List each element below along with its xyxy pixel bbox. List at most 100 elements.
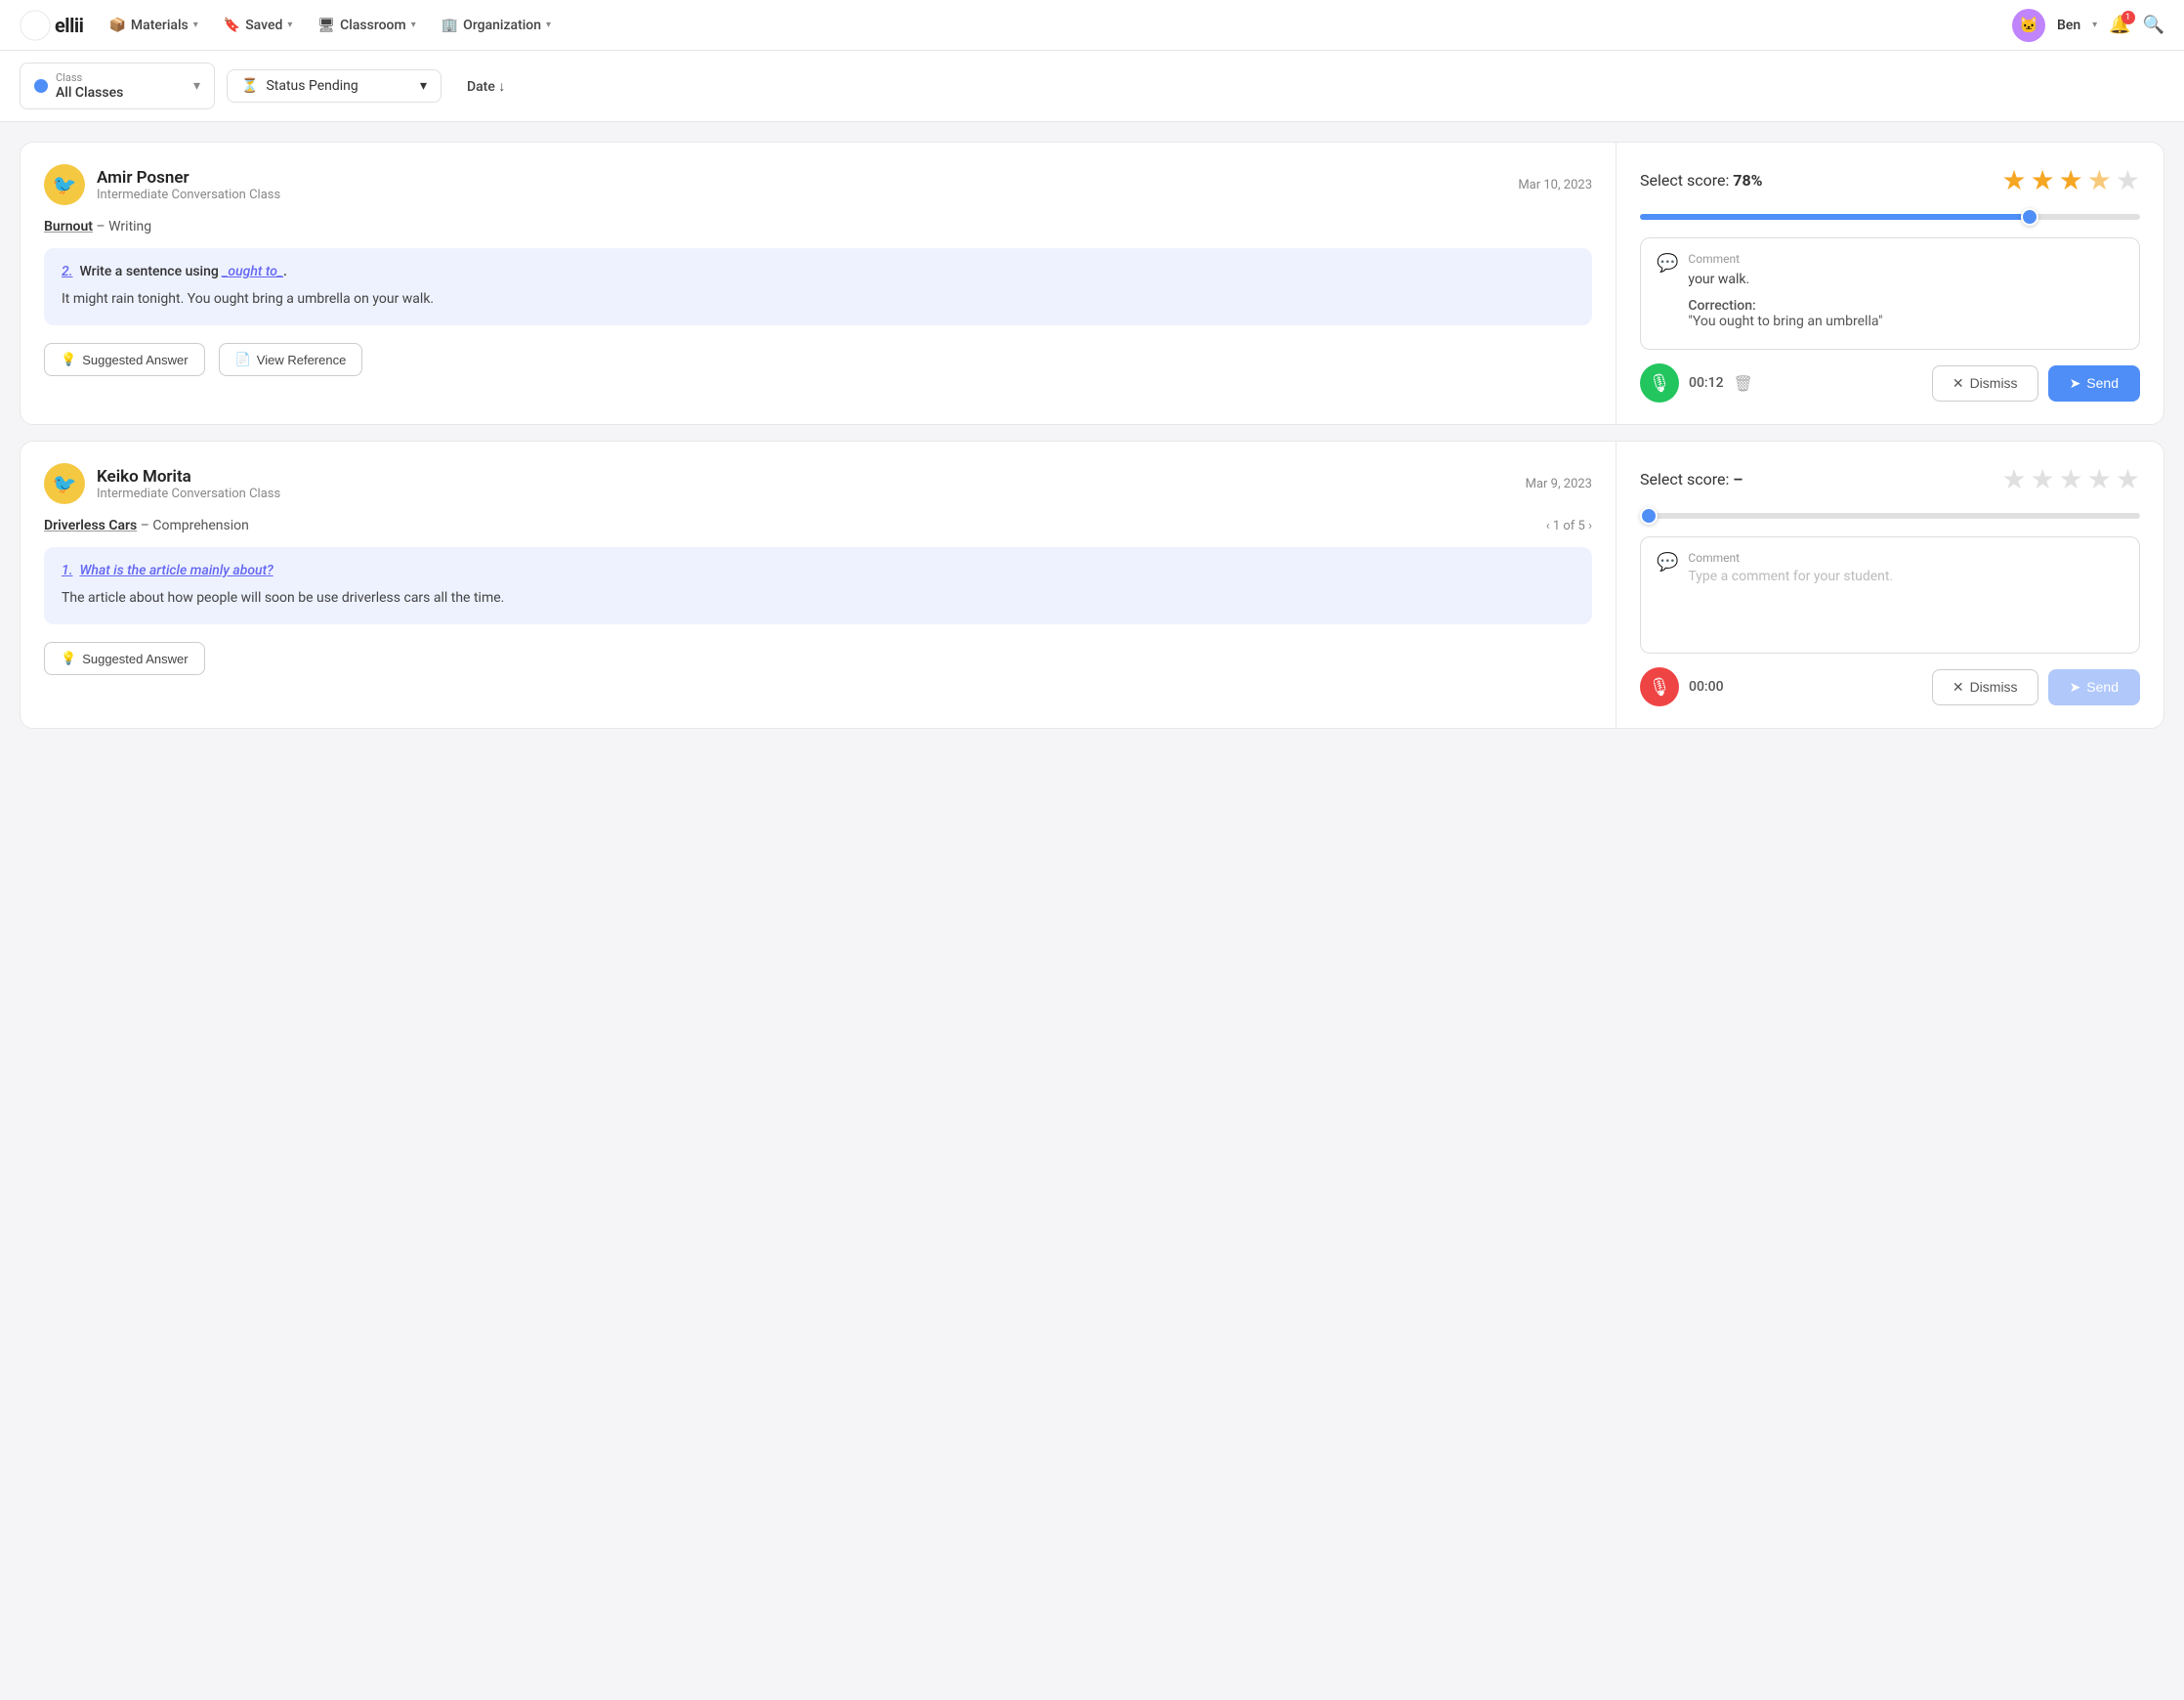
question-box-2: 1. What is the article mainly about? The… — [44, 547, 1592, 624]
notification-icon[interactable]: 🔔 1 — [2109, 15, 2130, 35]
card-right-1: Select score: 78% ★ ★ ★ ★ ★ 💬 — [1617, 143, 2163, 424]
class-filter[interactable]: Class All Classes ▾ — [20, 63, 215, 109]
comment-label-2: Comment — [1688, 551, 1893, 565]
action-btns-right-1: ✕ Dismiss ➤ Send — [1932, 365, 2140, 402]
assignment-link-1: Burnout – Writing — [44, 219, 1592, 234]
comment-header-2: 💬 Comment Type a comment for your studen… — [1657, 551, 2123, 584]
status-label-group: Status Pending — [266, 78, 357, 94]
nav-classroom[interactable]: 🖥 Classroom ▾ — [306, 12, 427, 39]
score-section-2: Select score: – ★ ★ ★ ★ ★ — [1640, 463, 2140, 495]
star-3[interactable]: ★ — [2059, 164, 2083, 196]
send-button-2[interactable]: ➤ Send — [2048, 669, 2140, 705]
status-filter[interactable]: ⏳ Status Pending ▾ — [227, 69, 441, 103]
nav-right: 🐱 Ben ▾ 🔔 1 🔍 — [2012, 9, 2164, 42]
slider-2[interactable] — [1640, 513, 2140, 519]
status-label: Status — [266, 78, 305, 94]
submission-date-1: Mar 10, 2023 — [1518, 178, 1592, 192]
nav-indicator-2[interactable]: ‹ 1 of 5 › — [1546, 519, 1592, 533]
chevron-down-icon: ▾ — [2092, 20, 2097, 30]
hourglass-icon: ⏳ — [241, 78, 258, 94]
star-4[interactable]: ★ — [2087, 164, 2112, 196]
record-time-1: 00:12 — [1689, 375, 1724, 391]
comment-text-1: your walk. — [1688, 270, 1882, 290]
star-2-5[interactable]: ★ — [2116, 463, 2140, 495]
status-value: Pending — [309, 78, 358, 94]
saved-icon: 🔖 — [224, 18, 240, 33]
star-2-1[interactable]: ★ — [2001, 463, 2026, 495]
stars-2[interactable]: ★ ★ ★ ★ ★ — [2001, 463, 2140, 495]
student-info-2: 🐦 Keiko Morita Intermediate Conversation… — [44, 463, 280, 504]
nav-classroom-label: Classroom — [340, 18, 406, 33]
answer-text-1: It might rain tonight. You ought bring a… — [62, 289, 1575, 310]
view-reference-button-1[interactable]: 📄 View Reference — [219, 343, 363, 376]
score-section-1: Select score: 78% ★ ★ ★ ★ ★ — [1640, 164, 2140, 196]
user-name[interactable]: Ben — [2057, 18, 2080, 33]
slider-thumb-2[interactable] — [1640, 507, 1658, 525]
class-chevron-icon: ▾ — [193, 78, 200, 94]
comment-label-1: Comment — [1688, 252, 1882, 266]
action-buttons-2: 💡 Suggested Answer — [44, 642, 1592, 675]
slider-thumb-1[interactable] — [2021, 208, 2038, 226]
search-icon[interactable]: 🔍 — [2143, 15, 2164, 35]
stars-1[interactable]: ★ ★ ★ ★ ★ — [2001, 164, 2140, 196]
nav-organization[interactable]: 🏢 Organization ▾ — [430, 12, 563, 39]
recording-info-2: 🎙 00:00 — [1640, 667, 1724, 706]
comment-icon-2: 💬 — [1657, 552, 1678, 573]
record-button-1[interactable]: 🎙 — [1640, 363, 1679, 403]
send-label-1: Send — [2086, 375, 2119, 391]
send-icon-2: ➤ — [2070, 679, 2081, 696]
trash-icon-1[interactable]: 🗑 — [1734, 374, 1753, 393]
dismiss-button-1[interactable]: ✕ Dismiss — [1932, 365, 2038, 402]
suggested-answer-label-1: Suggested Answer — [82, 353, 188, 367]
date-sort[interactable]: Date ↓ — [453, 70, 519, 103]
slider-track-2 — [1640, 513, 2140, 519]
slider-track-1 — [1640, 214, 2140, 220]
student-info-1: 🐦 Amir Posner Intermediate Conversation … — [44, 164, 280, 205]
bottom-actions-1: 🎙 00:12 🗑 ✕ Dismiss ➤ Send — [1640, 363, 2140, 403]
nav-saved[interactable]: 🔖 Saved ▾ — [212, 12, 305, 39]
chevron-down-icon: ▾ — [193, 20, 198, 30]
record-button-2[interactable]: 🎙 — [1640, 667, 1679, 706]
comment-placeholder-2: Type a comment for your student. — [1688, 569, 1893, 584]
lightbulb-icon-2: 💡 — [61, 651, 76, 666]
submission-card-1: 🐦 Amir Posner Intermediate Conversation … — [20, 142, 2164, 425]
lightbulb-icon: 💡 — [61, 352, 76, 367]
student-name-1: Amir Posner — [97, 168, 280, 188]
document-icon: 📄 — [235, 352, 251, 367]
logo-text: ellii — [55, 14, 83, 37]
assignment-title-1[interactable]: Burnout — [44, 219, 93, 234]
star-1[interactable]: ★ — [2001, 164, 2026, 196]
main-content: 🐦 Amir Posner Intermediate Conversation … — [0, 122, 2184, 748]
logo[interactable]: 💡 ellii — [20, 10, 83, 41]
nav-materials[interactable]: 📦 Materials ▾ — [97, 12, 209, 39]
nav-saved-label: Saved — [245, 18, 282, 33]
suggested-answer-button-1[interactable]: 💡 Suggested Answer — [44, 343, 205, 376]
star-2-3[interactable]: ★ — [2059, 463, 2083, 495]
comment-content-area-1: Comment your walk. Correction: "You ough… — [1688, 252, 1882, 329]
assignment-title-2[interactable]: Driverless Cars — [44, 518, 137, 533]
date-sort-label: Date ↓ — [467, 78, 505, 95]
send-button-1[interactable]: ➤ Send — [2048, 365, 2140, 402]
star-2[interactable]: ★ — [2031, 164, 2055, 196]
card-left-2: 🐦 Keiko Morita Intermediate Conversation… — [21, 442, 1617, 728]
class-label-group: Class All Classes — [56, 71, 123, 101]
comment-box-2[interactable]: 💬 Comment Type a comment for your studen… — [1640, 536, 2140, 654]
star-2-4[interactable]: ★ — [2087, 463, 2112, 495]
star-5[interactable]: ★ — [2116, 164, 2140, 196]
star-2-2[interactable]: ★ — [2031, 463, 2055, 495]
org-icon: 🏢 — [441, 18, 458, 33]
assignment-link-2: Driverless Cars – Comprehension ‹ 1 of 5… — [44, 518, 1592, 533]
view-reference-label-1: View Reference — [257, 353, 347, 367]
dismiss-label-1: Dismiss — [1970, 375, 2018, 391]
suggested-answer-button-2[interactable]: 💡 Suggested Answer — [44, 642, 205, 675]
suggested-answer-label-2: Suggested Answer — [82, 652, 188, 666]
student-avatar-2: 🐦 — [44, 463, 85, 504]
materials-icon: 📦 — [108, 18, 125, 33]
record-time-2: 00:00 — [1689, 679, 1724, 695]
slider-fill-1 — [1640, 214, 2030, 220]
slider-1[interactable] — [1640, 214, 2140, 220]
nav-items: 📦 Materials ▾ 🔖 Saved ▾ 🖥 Classroom ▾ 🏢 … — [97, 12, 2006, 39]
user-avatar[interactable]: 🐱 — [2012, 9, 2045, 42]
assignment-type-2: – Comprehension — [141, 518, 249, 533]
dismiss-button-2[interactable]: ✕ Dismiss — [1932, 669, 2038, 705]
